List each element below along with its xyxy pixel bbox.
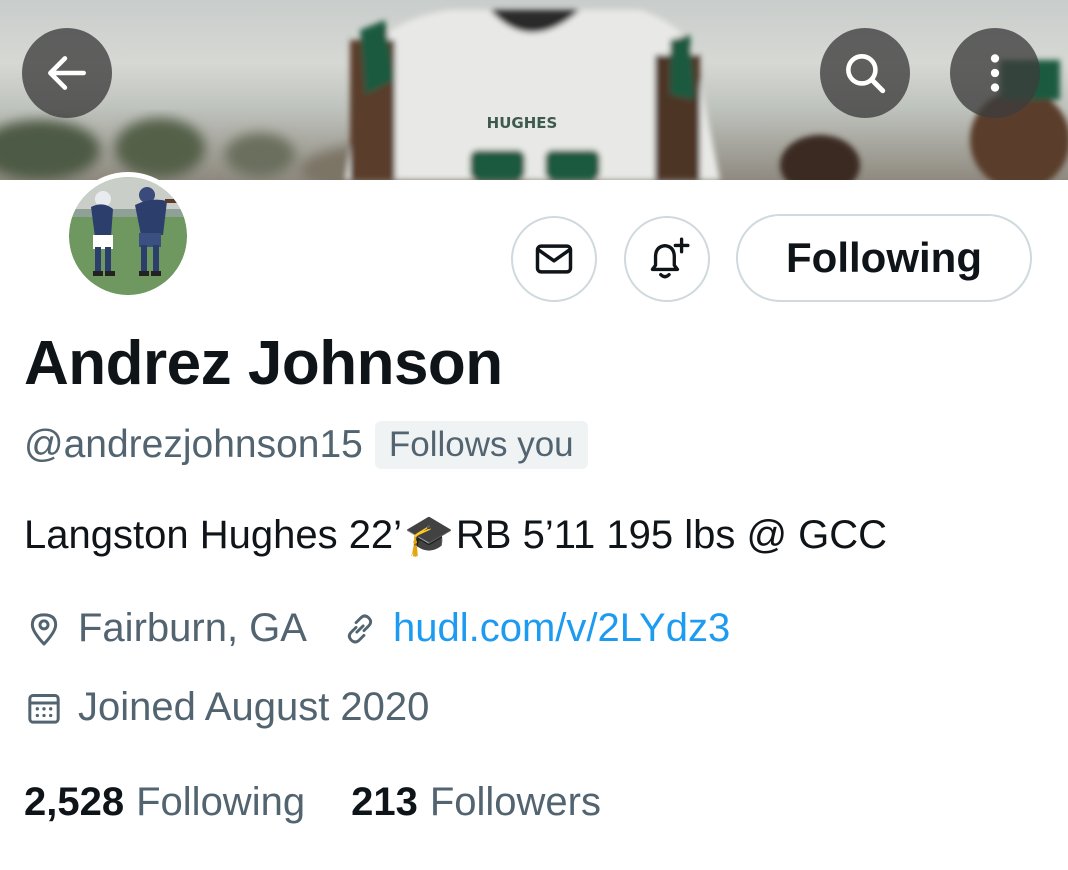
search-button[interactable] — [820, 28, 910, 118]
envelope-icon — [535, 244, 573, 274]
bio-text-end: RB 5’11 195 lbs @ GCC — [455, 513, 888, 557]
back-button[interactable] — [22, 28, 112, 118]
display-name: Andrez Johnson — [24, 329, 503, 398]
link-icon — [341, 610, 379, 648]
location-text: Fairburn, GA — [78, 606, 307, 650]
search-icon — [846, 54, 886, 94]
bio: Langston Hughes 22’ 🎓 RB 5’11 195 lbs @ … — [24, 512, 887, 559]
handle-row: @andrezjohnson15 Follows you — [24, 418, 588, 472]
more-options-button[interactable] — [950, 28, 1040, 118]
joined-date: Joined August 2020 — [78, 685, 430, 729]
notifications-button[interactable] — [624, 216, 710, 302]
followers-count-link[interactable]: 213 Followers — [351, 780, 601, 825]
graduation-cap-icon: 🎓 — [404, 514, 454, 558]
followers-count: 213 — [351, 780, 418, 824]
website-link[interactable]: hudl.com/v/2LYdz3 — [393, 606, 730, 651]
arrow-left-icon — [48, 56, 86, 90]
follow-stats: 2,528 Following 213 Followers — [24, 780, 601, 825]
following-button[interactable]: Following — [736, 214, 1032, 302]
profile-meta-location-row: Fairburn, GA hudl.com/v/2LYdz3 — [24, 606, 730, 651]
banner-jersey-text: HUGHES — [487, 114, 558, 132]
calendar-icon — [24, 688, 64, 728]
following-count: 2,528 — [24, 780, 125, 824]
bell-plus-icon — [650, 237, 690, 279]
avatar[interactable] — [64, 172, 192, 300]
profile-page: HUGHES Following Andrez Johnson @andrezj… — [0, 0, 1068, 870]
following-count-link[interactable]: 2,528 Following — [24, 780, 305, 825]
location-pin-icon — [24, 609, 64, 649]
bio-text-start: Langston Hughes 22’ — [24, 513, 403, 557]
followers-label: Followers — [429, 780, 601, 824]
avatar-photo — [69, 177, 187, 295]
profile-banner[interactable]: HUGHES — [0, 0, 1068, 180]
profile-meta-joined-row: Joined August 2020 — [24, 685, 429, 730]
follows-you-badge: Follows you — [374, 421, 588, 469]
message-button[interactable] — [511, 216, 597, 302]
more-vertical-icon — [990, 54, 1000, 92]
following-label: Following — [136, 780, 306, 824]
user-handle: @andrezjohnson15 — [24, 423, 363, 466]
banner-photo: HUGHES — [0, 10, 1068, 180]
